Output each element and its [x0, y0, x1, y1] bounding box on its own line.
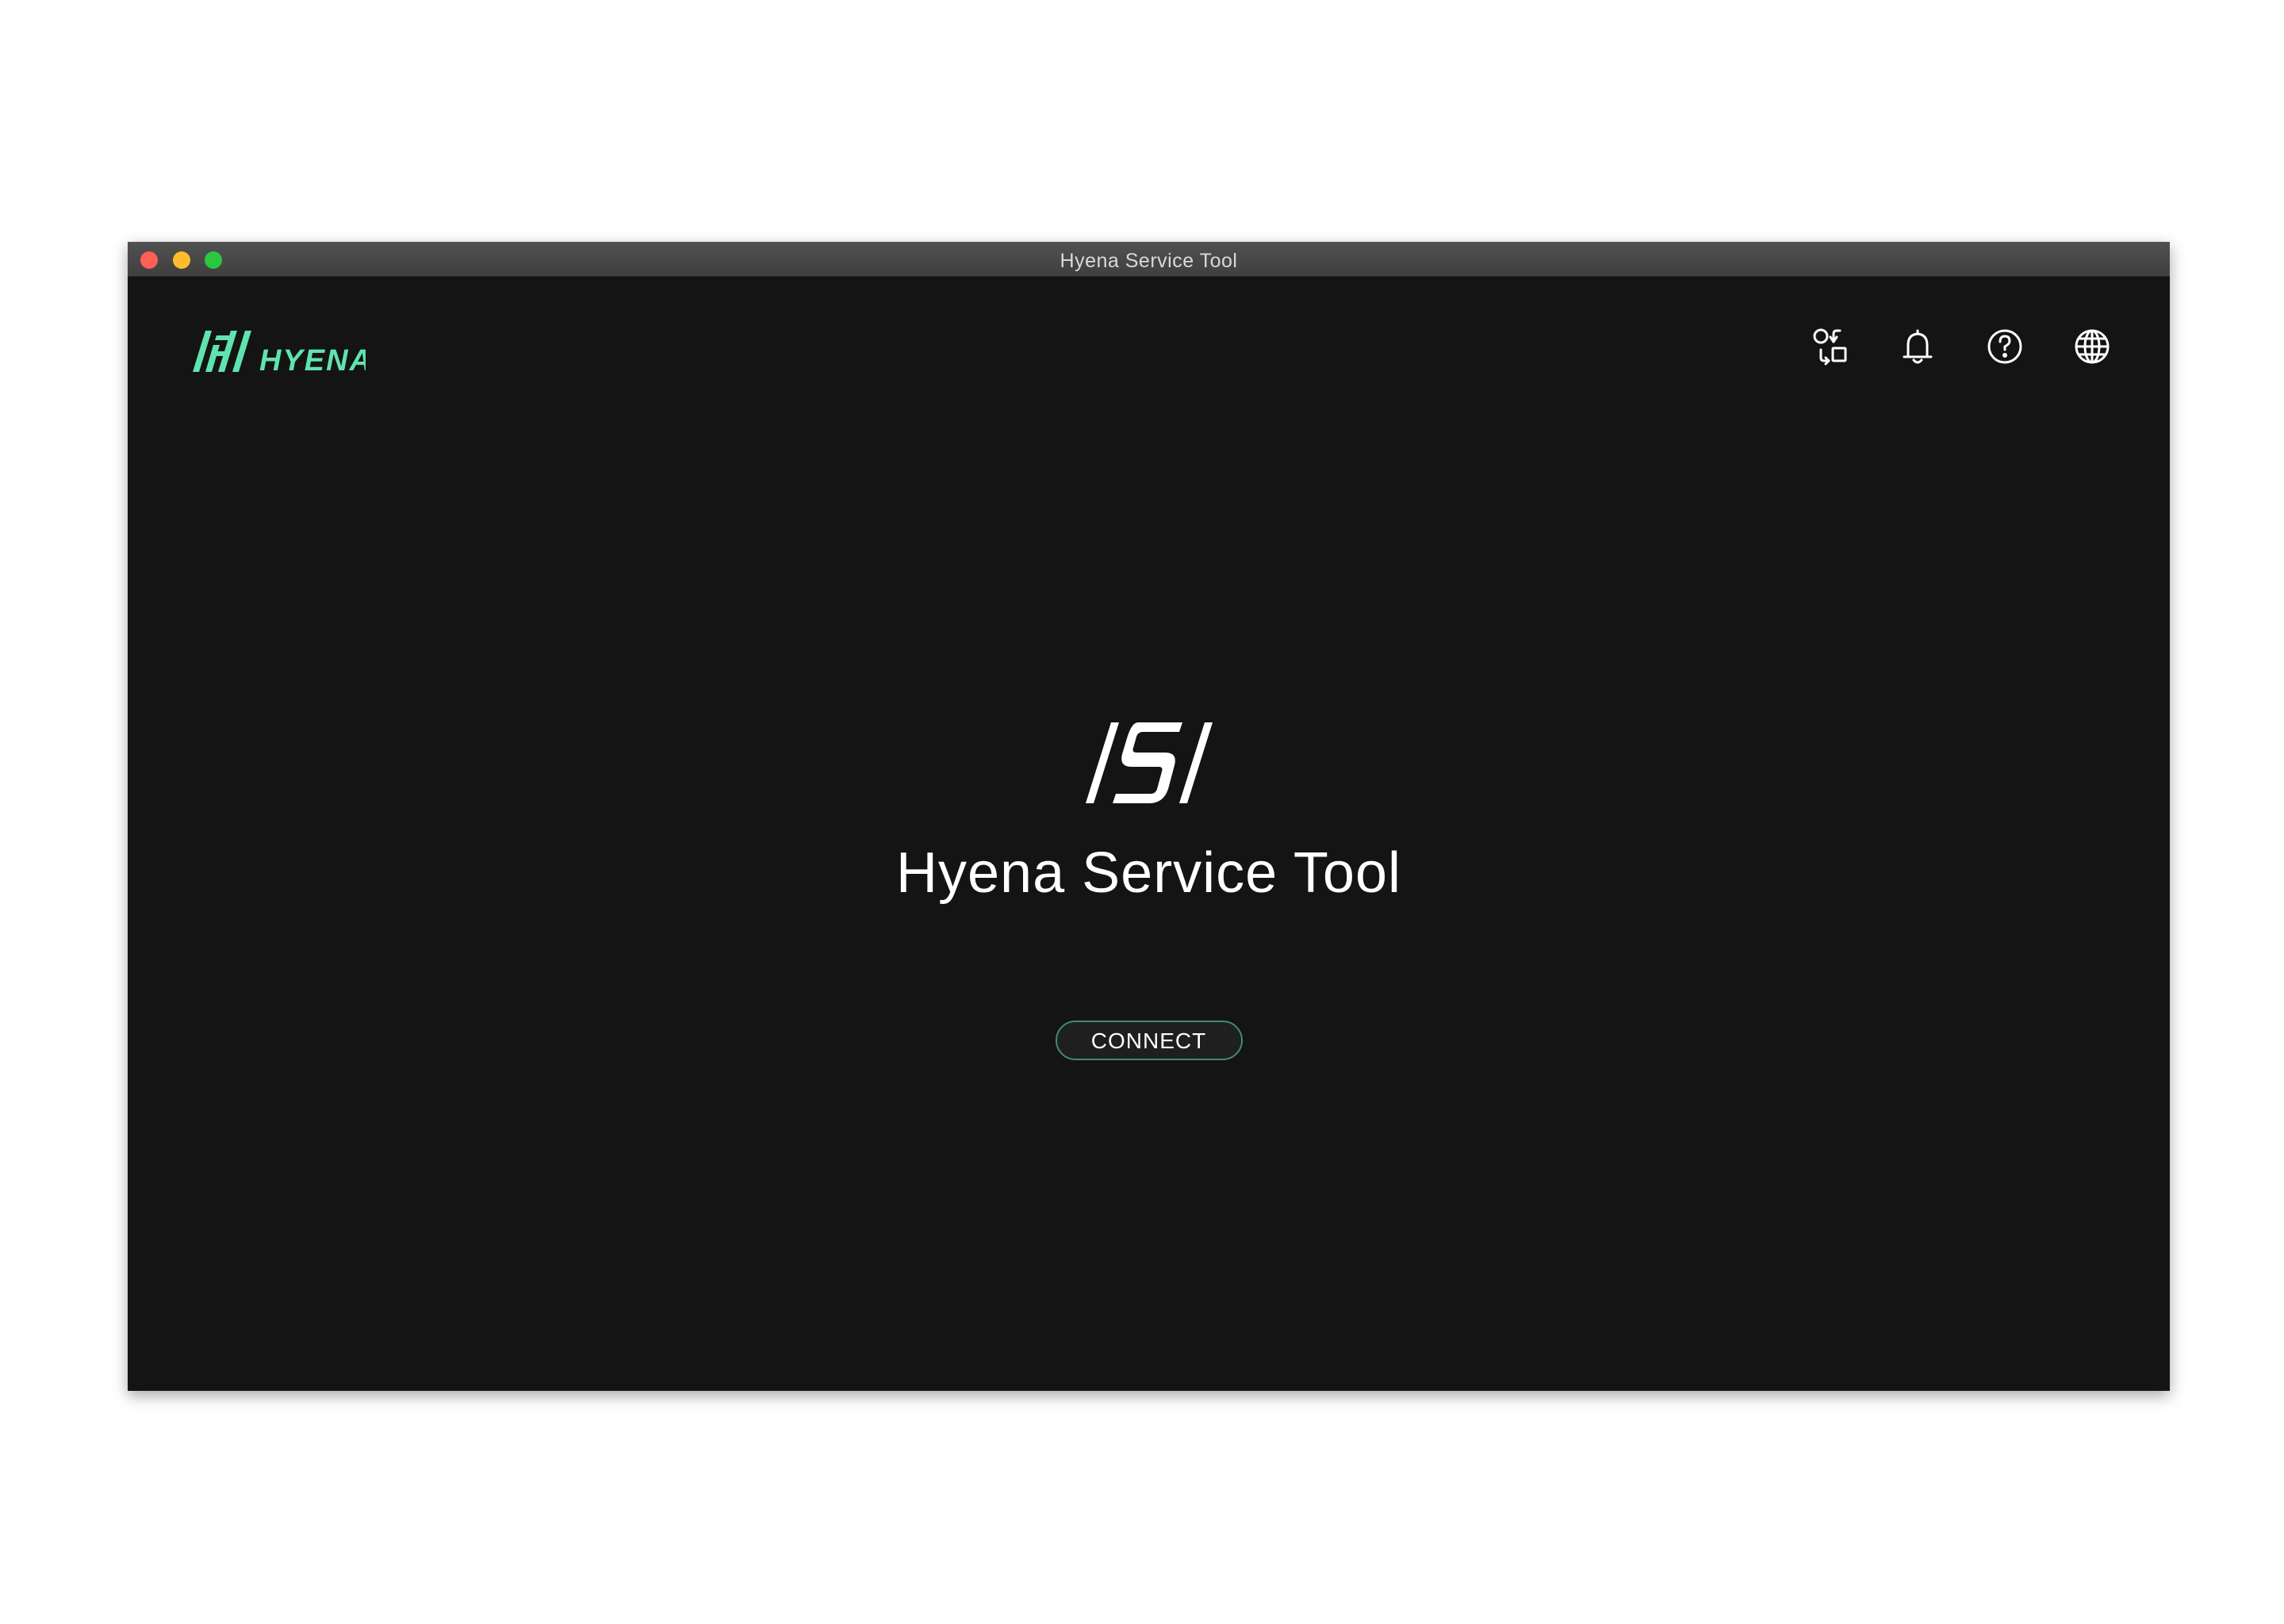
connect-button[interactable]: CONNECT [1055, 1021, 1243, 1060]
bell-icon [1903, 329, 1933, 364]
globe-icon [2075, 329, 2110, 364]
switch-device-button[interactable] [1808, 324, 1853, 369]
notifications-button[interactable] [1895, 324, 1940, 369]
top-toolbar [1808, 324, 2114, 369]
app-title: Hyena Service Tool [896, 841, 1401, 905]
help-button[interactable] [1983, 324, 2027, 369]
hero: Hyena Service Tool CONNECT [128, 721, 2170, 1060]
title-bar[interactable]: Hyena Service Tool [128, 242, 2170, 277]
screen: Hyena Service Tool HYENA Hyena Service T… [0, 0, 2284, 1624]
hyena-logo: HYENA [193, 331, 366, 373]
help-icon [1987, 329, 2022, 364]
language-button[interactable] [2070, 324, 2114, 369]
window-title: Hyena Service Tool [1060, 250, 1238, 272]
service-tool-logo [1085, 722, 1213, 803]
switch-shapes-icon [1813, 328, 1847, 366]
app-window: Hyena Service Tool HYENA Hyena Service T… [128, 242, 2170, 1391]
svg-text:HYENA: HYENA [259, 344, 366, 373]
main-content: HYENA Hyena Service Tool CONNECT [128, 277, 2170, 1391]
